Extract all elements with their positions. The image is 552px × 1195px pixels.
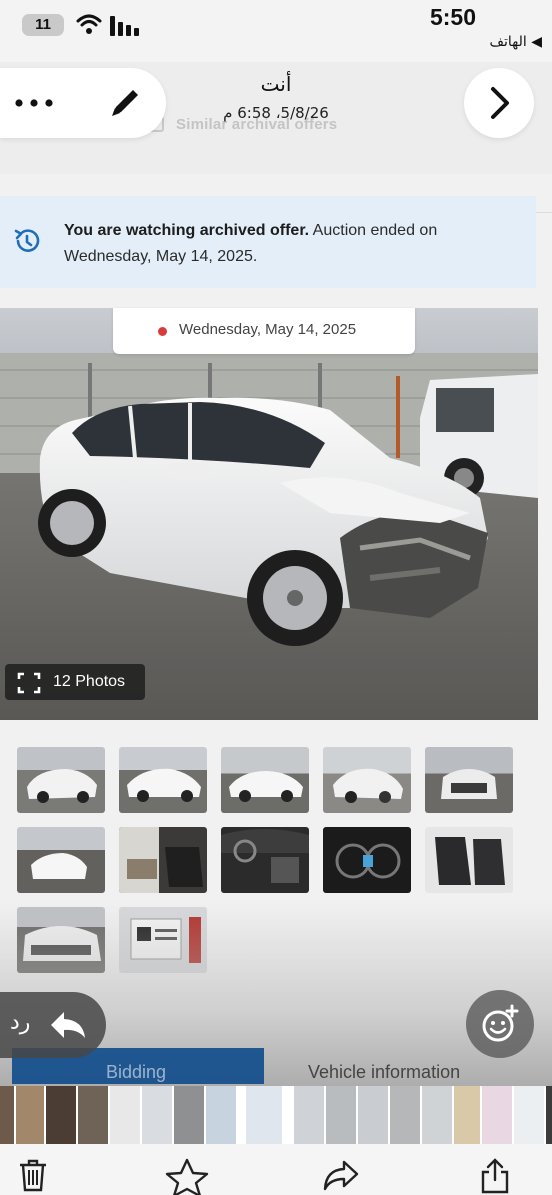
- add-reaction-button[interactable]: [466, 990, 534, 1058]
- status-dot: [158, 327, 167, 336]
- strip-thumbnail[interactable]: [482, 1086, 512, 1144]
- thumbnail[interactable]: [221, 827, 309, 893]
- reply-button[interactable]: رد: [0, 992, 106, 1058]
- message-header: Similar archival offers أنت 5/8/26، 6:58…: [0, 62, 552, 213]
- strip-thumbnail[interactable]: [78, 1086, 108, 1144]
- next-button[interactable]: [464, 68, 534, 138]
- header-actions: [0, 68, 166, 138]
- photo-strip: [0, 1086, 552, 1144]
- back-to-app-link[interactable]: ◀ الهاتف: [490, 34, 542, 50]
- sender-name: أنت: [260, 72, 292, 96]
- bottom-toolbar: [0, 1144, 552, 1195]
- wifi-icon: [76, 14, 102, 34]
- strip-thumbnail[interactable]: [546, 1086, 552, 1144]
- forward-icon[interactable]: [322, 1158, 360, 1192]
- message-timestamp: 5/8/26، 6:58 م: [223, 104, 329, 122]
- strip-thumbnail[interactable]: [390, 1086, 420, 1144]
- vehicle-photo-image: [0, 308, 538, 720]
- notice-bold: You are watching archived offer.: [64, 222, 310, 239]
- status-time: 5:50: [429, 4, 476, 30]
- tab-vehicle-information[interactable]: Vehicle information: [308, 1062, 460, 1083]
- photos-count-label: 12 Photos: [53, 673, 126, 690]
- fullscreen-icon: [17, 672, 41, 694]
- reply-icon: [51, 1012, 85, 1038]
- tab-bidding-label: Bidding: [106, 1062, 167, 1082]
- strip-thumbnail[interactable]: [454, 1086, 480, 1144]
- share-icon[interactable]: [480, 1158, 510, 1194]
- thumbnail[interactable]: [119, 827, 207, 893]
- chevron-right-icon: [491, 87, 509, 119]
- thumbnail[interactable]: [323, 827, 411, 893]
- thumbnail[interactable]: [323, 747, 411, 813]
- notice-text: You are watching archived offer. Auction…: [64, 218, 464, 270]
- strip-thumbnail[interactable]: [422, 1086, 452, 1144]
- strip-thumbnail[interactable]: [246, 1086, 282, 1144]
- thumbnail[interactable]: [17, 747, 105, 813]
- view-photos-button[interactable]: 12 Photos: [5, 664, 145, 700]
- strip-thumbnail[interactable]: [206, 1086, 236, 1144]
- strip-thumbnail[interactable]: [326, 1086, 356, 1144]
- reply-label: رد: [10, 1010, 31, 1035]
- vehicle-main-photo[interactable]: [0, 308, 538, 720]
- status-bar: 11 5:50 ◀ الهاتف: [0, 0, 552, 62]
- strip-thumbnail[interactable]: [16, 1086, 44, 1144]
- auction-date: Wednesday, May 14, 2025: [179, 321, 357, 338]
- strip-thumbnail[interactable]: [110, 1086, 140, 1144]
- thumbnail[interactable]: [17, 827, 105, 893]
- strip-thumbnail[interactable]: [0, 1086, 14, 1144]
- thumbnail[interactable]: [119, 747, 207, 813]
- thumbnail[interactable]: [221, 747, 309, 813]
- strip-thumbnail[interactable]: [514, 1086, 544, 1144]
- auction-date-badge: Wednesday, May 14, 2025: [113, 308, 415, 354]
- archived-offer-notice: You are watching archived offer. Auction…: [0, 196, 536, 288]
- strip-thumbnail[interactable]: [142, 1086, 172, 1144]
- star-icon[interactable]: [163, 1158, 211, 1195]
- battery-indicator: 11: [22, 14, 64, 36]
- trash-icon[interactable]: [18, 1158, 48, 1192]
- edit-icon[interactable]: [104, 82, 146, 124]
- thumbnail[interactable]: [425, 747, 513, 813]
- strip-thumbnail[interactable]: [174, 1086, 204, 1144]
- thumbnail[interactable]: [425, 827, 513, 893]
- history-icon: [14, 229, 40, 252]
- more-icon[interactable]: [14, 90, 56, 116]
- add-reaction-icon: [482, 1004, 519, 1042]
- strip-thumbnail[interactable]: [358, 1086, 388, 1144]
- signal-icon: [110, 16, 139, 36]
- strip-thumbnail[interactable]: [46, 1086, 76, 1144]
- strip-thumbnail[interactable]: [294, 1086, 324, 1144]
